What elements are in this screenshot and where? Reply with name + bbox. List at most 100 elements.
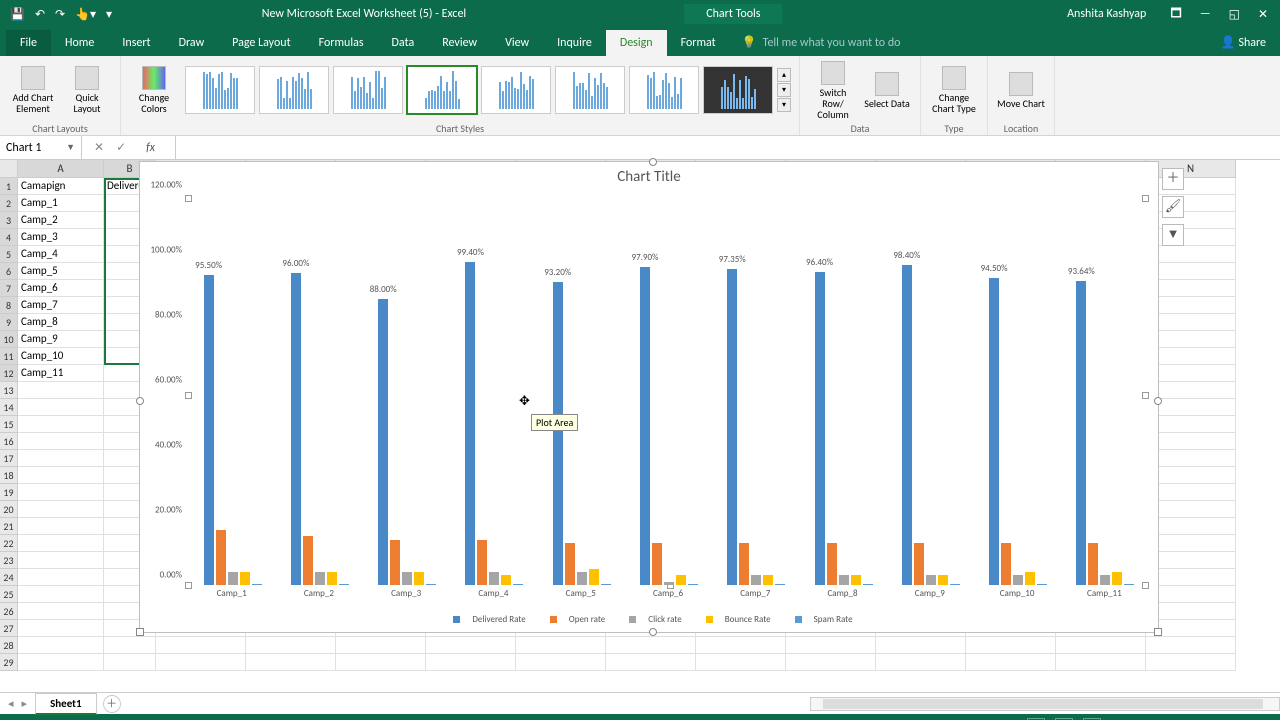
- column-header[interactable]: N: [1146, 160, 1236, 178]
- cell[interactable]: Camp_11: [18, 365, 104, 382]
- bar[interactable]: [390, 540, 400, 586]
- row-header[interactable]: 20: [0, 501, 18, 518]
- touch-mode-icon[interactable]: 👆▾: [75, 7, 96, 22]
- row-header[interactable]: 15: [0, 416, 18, 433]
- bar[interactable]: [1013, 575, 1023, 585]
- bar[interactable]: [739, 543, 749, 585]
- bar[interactable]: [303, 536, 313, 585]
- cell[interactable]: [606, 637, 696, 654]
- tab-insert[interactable]: Insert: [108, 30, 164, 56]
- user-name[interactable]: Anshita Kashyap: [1067, 7, 1152, 21]
- bar[interactable]: [378, 299, 388, 585]
- cell[interactable]: Camp_8: [18, 314, 104, 331]
- row-header[interactable]: 26: [0, 603, 18, 620]
- bar[interactable]: [763, 575, 773, 585]
- cell[interactable]: [104, 654, 156, 671]
- row-header[interactable]: 28: [0, 637, 18, 654]
- add-sheet-button[interactable]: ＋: [103, 695, 121, 713]
- cell[interactable]: [1146, 246, 1236, 263]
- bar[interactable]: [339, 584, 349, 585]
- x-tick-label[interactable]: Camp_2: [304, 588, 334, 599]
- bar[interactable]: [926, 575, 936, 585]
- row-header[interactable]: 17: [0, 450, 18, 467]
- x-axis[interactable]: Camp_1Camp_2Camp_3Camp_4Camp_5Camp_6Camp…: [188, 588, 1146, 604]
- cell[interactable]: [18, 637, 104, 654]
- cell[interactable]: [1146, 195, 1236, 212]
- data-label[interactable]: 93.20%: [544, 267, 571, 278]
- cell[interactable]: [1146, 518, 1236, 535]
- cell[interactable]: [1146, 297, 1236, 314]
- cell[interactable]: [1146, 450, 1236, 467]
- select-all-corner[interactable]: [0, 160, 18, 178]
- row-header[interactable]: 3: [0, 212, 18, 229]
- cell[interactable]: [786, 637, 876, 654]
- cell[interactable]: [1146, 637, 1236, 654]
- cell[interactable]: Camp_1: [18, 195, 104, 212]
- cell[interactable]: [18, 535, 104, 552]
- row-header[interactable]: 4: [0, 229, 18, 246]
- cell[interactable]: [1146, 178, 1236, 195]
- bar[interactable]: [1001, 543, 1011, 585]
- row-header[interactable]: 14: [0, 399, 18, 416]
- cell[interactable]: [156, 637, 246, 654]
- cell[interactable]: [1146, 416, 1236, 433]
- row-header[interactable]: 9: [0, 314, 18, 331]
- tab-home[interactable]: Home: [51, 30, 108, 56]
- cell[interactable]: [1146, 586, 1236, 603]
- cell[interactable]: [516, 637, 606, 654]
- cell[interactable]: [18, 382, 104, 399]
- redo-icon[interactable]: ↷: [55, 7, 65, 22]
- cell[interactable]: [1146, 314, 1236, 331]
- cell[interactable]: [336, 654, 426, 671]
- bar[interactable]: [1037, 584, 1047, 585]
- enter-formula-button[interactable]: ✓: [116, 140, 126, 155]
- cell[interactable]: [1146, 365, 1236, 382]
- cell[interactable]: [18, 620, 104, 637]
- cell[interactable]: [1146, 331, 1236, 348]
- bar[interactable]: [989, 278, 999, 585]
- data-label[interactable]: 99.40%: [457, 247, 484, 258]
- row-header[interactable]: 24: [0, 569, 18, 586]
- bar[interactable]: [601, 584, 611, 585]
- cell[interactable]: [18, 552, 104, 569]
- bar[interactable]: [938, 575, 948, 585]
- worksheet-area[interactable]: ABCDEFGHIJKLMN 1234567891011121314151617…: [0, 160, 1280, 692]
- legend-item[interactable]: Spam Rate: [787, 614, 853, 625]
- chart-style-thumb[interactable]: [481, 66, 551, 114]
- tab-format[interactable]: Format: [667, 30, 730, 56]
- x-tick-label[interactable]: Camp_4: [478, 588, 508, 599]
- cell[interactable]: [1056, 654, 1146, 671]
- switch-row-column-button[interactable]: Switch Row/ Column: [808, 60, 858, 120]
- data-label[interactable]: 93.64%: [1068, 266, 1095, 277]
- sheet-prev-button[interactable]: ◂: [8, 697, 14, 710]
- cell[interactable]: [18, 433, 104, 450]
- cell[interactable]: Camp_6: [18, 280, 104, 297]
- row-header[interactable]: 11: [0, 348, 18, 365]
- bar[interactable]: [1025, 572, 1035, 585]
- bar[interactable]: [414, 572, 424, 585]
- data-label[interactable]: 97.35%: [719, 254, 746, 265]
- cell[interactable]: [1146, 484, 1236, 501]
- row-header[interactable]: 1: [0, 178, 18, 195]
- cell[interactable]: [1146, 263, 1236, 280]
- cell[interactable]: Camp_2: [18, 212, 104, 229]
- bar[interactable]: [426, 584, 436, 585]
- chart-style-thumb[interactable]: [259, 66, 329, 114]
- cell[interactable]: [18, 399, 104, 416]
- row-header[interactable]: 25: [0, 586, 18, 603]
- bar[interactable]: [228, 572, 238, 585]
- bar[interactable]: [1100, 575, 1110, 585]
- bar[interactable]: [839, 575, 849, 585]
- cell[interactable]: [18, 416, 104, 433]
- data-label[interactable]: 94.50%: [981, 263, 1008, 274]
- cell[interactable]: [876, 637, 966, 654]
- cell[interactable]: [696, 654, 786, 671]
- cell[interactable]: [1146, 501, 1236, 518]
- qat-more-icon[interactable]: ▾: [106, 7, 112, 22]
- chart-style-thumb[interactable]: [629, 66, 699, 114]
- bar[interactable]: [1088, 543, 1098, 585]
- row-header[interactable]: 13: [0, 382, 18, 399]
- chart-styles-button[interactable]: 🖌: [1162, 196, 1184, 218]
- sheet-next-button[interactable]: ▸: [22, 697, 28, 710]
- chart-filters-button[interactable]: ▼: [1162, 224, 1184, 246]
